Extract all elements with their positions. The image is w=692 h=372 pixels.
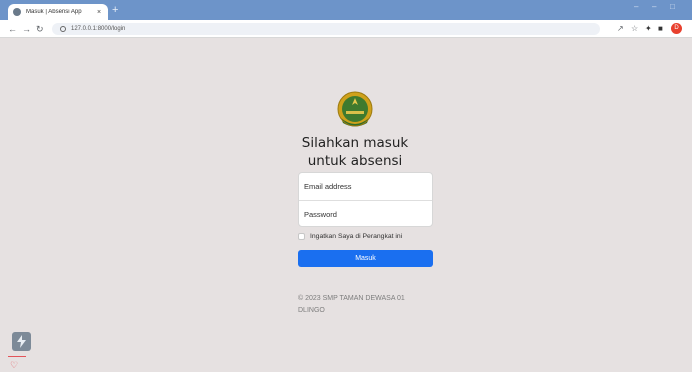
star-icon[interactable]: ☆ [631, 24, 638, 34]
footer-line-2: DLINGO [298, 307, 325, 314]
new-tab-button[interactable]: + [112, 3, 118, 17]
remember-me[interactable]: Ingatkan Saya di Perangkat ini [298, 233, 402, 240]
reload-icon[interactable]: ↻ [36, 23, 44, 35]
info-icon[interactable] [60, 26, 66, 32]
heart-icon[interactable]: ♡ [10, 360, 22, 372]
minimize-icon[interactable]: – [634, 2, 638, 11]
url-text: 127.0.0.1:8000/login [71, 26, 126, 32]
browser-tab[interactable]: Masuk | Absensi App × [8, 4, 108, 20]
back-arrow-icon[interactable]: ← [8, 23, 17, 35]
page-title: Silahkan masuk untuk absensi [265, 134, 445, 170]
title-line-2: untuk absensi [307, 153, 403, 169]
globe-icon [13, 8, 21, 16]
tab-close-icon[interactable]: × [95, 9, 103, 16]
lightning-icon[interactable] [12, 332, 31, 351]
remember-checkbox[interactable] [298, 233, 305, 240]
email-field[interactable]: Email address [299, 173, 432, 200]
address-bar[interactable]: 127.0.0.1:8000/login [52, 23, 600, 35]
sidebar-icon[interactable]: ■ [658, 24, 663, 34]
divider [8, 356, 26, 357]
share-icon[interactable]: ↗ [617, 24, 624, 34]
extensions-icon[interactable]: ✦ [645, 24, 652, 34]
browser-tab-strip: Masuk | Absensi App × + – – □ [0, 0, 692, 20]
close-window-icon[interactable]: □ [670, 2, 675, 11]
password-field[interactable]: Password [299, 200, 432, 227]
tab-title: Masuk | Absensi App [26, 9, 82, 15]
browser-toolbar: ← → ↻ 127.0.0.1:8000/login ↗ ☆ ✦ ■ [0, 20, 692, 38]
login-page: Silahkan masuk untuk absensi Email addre… [9, 38, 683, 372]
maximize-icon[interactable]: – [652, 2, 656, 11]
login-button[interactable]: Masuk [298, 250, 433, 267]
login-form: Email address Password [298, 172, 433, 227]
remember-label: Ingatkan Saya di Perangkat ini [310, 233, 403, 240]
title-line-1: Silahkan masuk [301, 135, 409, 151]
footer-copyright: © 2023 SMP TAMAN DEWASA 01 DLINGO [298, 293, 428, 317]
school-logo-icon [337, 91, 373, 127]
profile-avatar[interactable]: D [671, 23, 682, 34]
footer-line-1: © 2023 SMP TAMAN DEWASA 01 [298, 295, 405, 302]
forward-arrow-icon[interactable]: → [22, 23, 31, 35]
